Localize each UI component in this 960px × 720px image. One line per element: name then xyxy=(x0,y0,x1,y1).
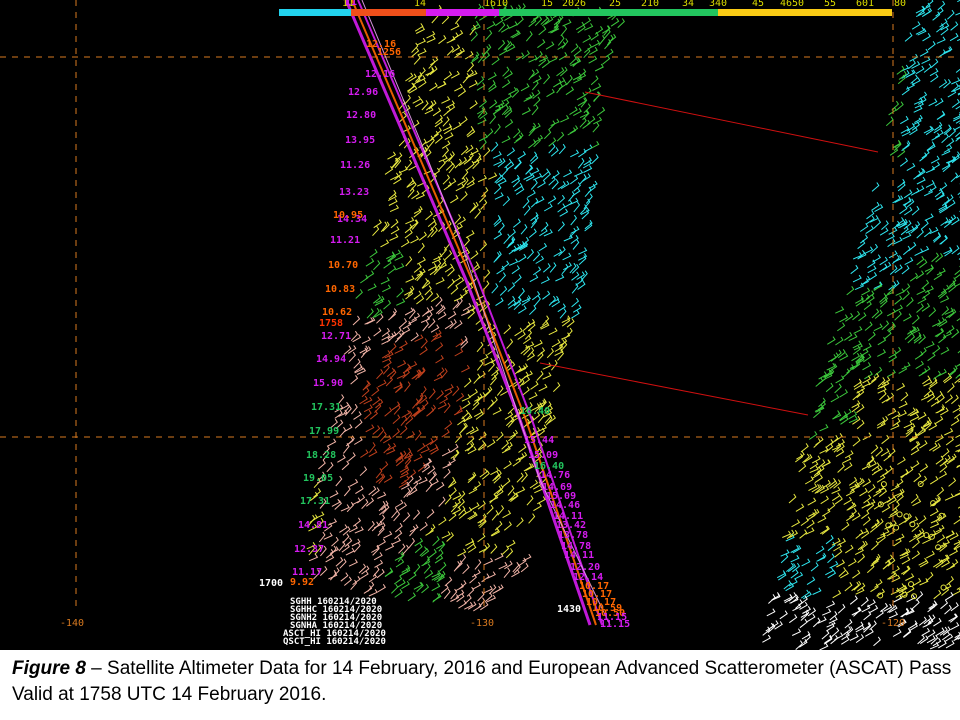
altimeter-value-label: 1256 xyxy=(377,47,401,58)
colorbar-tick-label: 2026 xyxy=(562,0,586,9)
colorbar-tick-label: 340 xyxy=(709,0,727,9)
longitude-label: -140 xyxy=(60,618,84,629)
altimeter-value-label: 17.31 xyxy=(300,496,330,507)
caption-text: – Satellite Altimeter Data for 14 Februa… xyxy=(12,658,952,705)
track-start-time: 1430 xyxy=(557,604,581,615)
longitude-label: -130 xyxy=(470,618,494,629)
altimeter-value-label: 16.40 xyxy=(520,406,550,417)
track-start-time: 1700 xyxy=(259,578,283,589)
altimeter-value-label: 13.23 xyxy=(339,187,369,198)
altimeter-value-label: 10.70 xyxy=(328,260,358,271)
colorbar-segment xyxy=(868,9,892,16)
altimeter-value-label: 11.21 xyxy=(330,235,360,246)
altimeter-value-label: 13.78 xyxy=(558,530,588,541)
colorbar-tick-label: 80 xyxy=(894,0,906,9)
colorbar-tick-label: 45 xyxy=(752,0,764,9)
colorbar-segment xyxy=(645,9,718,16)
figure-caption: Figure 8 – Satellite Altimeter Data for … xyxy=(12,656,952,708)
altimeter-value-label: 12.96 xyxy=(348,87,378,98)
altimeter-value-label: 15.44 xyxy=(524,435,554,446)
altimeter-value-label: 12.71 xyxy=(321,331,351,342)
colorbar-tick-label: 25 xyxy=(609,0,621,9)
colorbar-segment xyxy=(279,9,351,16)
colorbar-segment xyxy=(426,9,499,16)
altimeter-value-label: 1758 xyxy=(319,318,343,329)
altimeter-value-label: 12.37 xyxy=(294,544,324,555)
colorbar-tick-label: 15 xyxy=(541,0,553,9)
altimeter-value-label: 17.31 xyxy=(311,402,341,413)
altimeter-value-label: 10.95 xyxy=(333,210,363,221)
colorbar-segment xyxy=(718,9,868,16)
colorbar-tick-label: 55 xyxy=(824,0,836,9)
colorbar-tick-label: 210 xyxy=(641,0,659,9)
satellite-wind-figure: 11 14 1610 15 2026 25 210 34 340 45 4650 55 601 80 12… xyxy=(0,0,960,650)
altimeter-value-label: 14.81 xyxy=(298,520,328,531)
longitude-label: -120 xyxy=(881,618,905,629)
altimeter-value-label: 17.99 xyxy=(309,426,339,437)
colorbar-segment xyxy=(499,9,645,16)
altimeter-value-label: 10.83 xyxy=(325,284,355,295)
colorbar-tick-label: 14 xyxy=(414,0,426,9)
colorbar-tick-label: 4650 xyxy=(780,0,804,9)
altimeter-value-label: 18.28 xyxy=(306,450,336,461)
altimeter-value-label: 13.95 xyxy=(345,135,375,146)
altimeter-value-label: 12.16 xyxy=(365,69,395,80)
altimeter-value-label: 14.94 xyxy=(316,354,346,365)
altimeter-value-label: 10.62 xyxy=(322,307,352,318)
colorbar-tick-label: 34 xyxy=(682,0,694,9)
altimeter-value-label: 19.05 xyxy=(303,473,333,484)
pass-legend: SGHH 160214/2020SGHHC 160214/2020SGNH2 1… xyxy=(283,597,386,647)
figure-label: Figure 8 xyxy=(12,658,86,679)
altimeter-value-label: 11.26 xyxy=(340,160,370,171)
colorbar-tick-label: 601 xyxy=(856,0,874,9)
altimeter-value-label: 14.46 xyxy=(550,500,580,511)
altimeter-value-label: 12.80 xyxy=(346,110,376,121)
altimeter-value-label: 14.76 xyxy=(540,470,570,481)
legend-line: QSCT_HI 160214/2020 xyxy=(283,637,386,647)
altimeter-value-label: 14.11 xyxy=(564,550,594,561)
altimeter-value-label: 11.15 xyxy=(600,619,630,630)
altimeter-value-label: 11 xyxy=(345,0,357,8)
altimeter-value-label: 15.09 xyxy=(528,450,558,461)
colorbar-tick-label: 1610 xyxy=(484,0,508,9)
colorbar-segment xyxy=(351,9,426,16)
altimeter-value-label: 15.90 xyxy=(313,378,343,389)
altimeter-value-label: 9.92 xyxy=(290,577,314,588)
